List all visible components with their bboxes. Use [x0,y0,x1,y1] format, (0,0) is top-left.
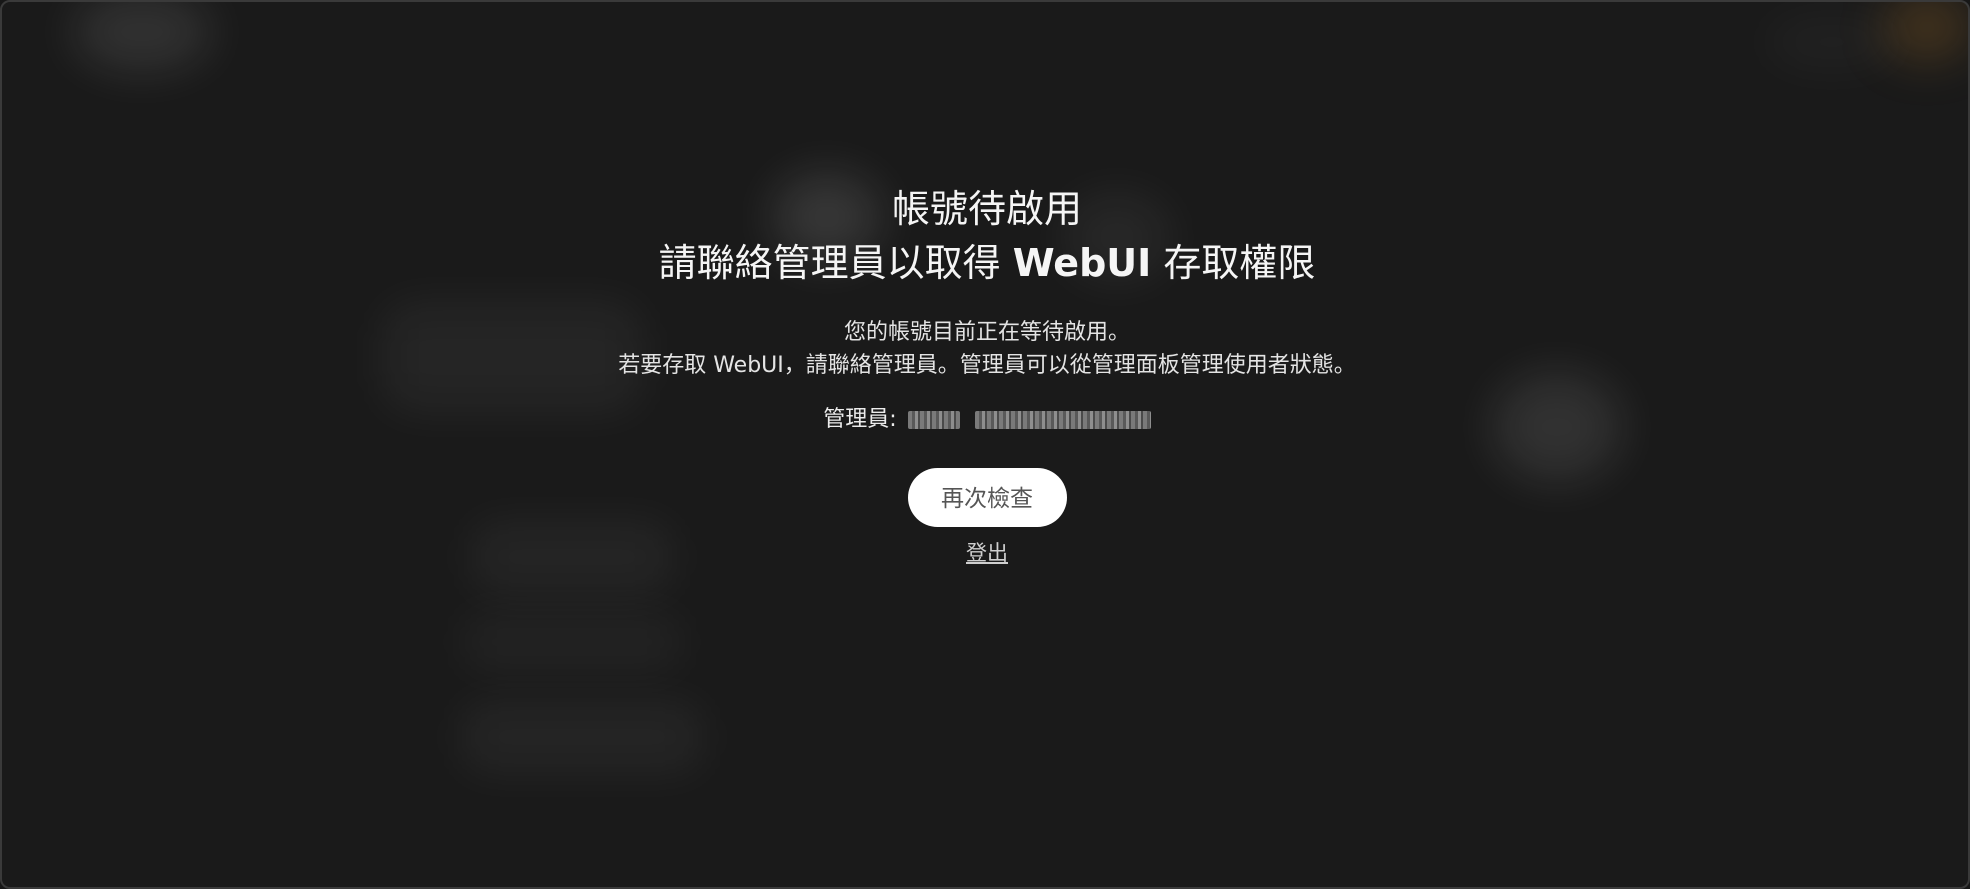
pending-title-line2-part: 存取權限 [1151,241,1316,285]
pending-title-line2: 請聯絡管理員以取得 WebUI 存取權限 [659,241,1316,285]
sign-out-link[interactable]: 登出 [966,537,1008,567]
background-blur [462,612,682,672]
pending-description-line1: 您的帳號目前正在等待啟用。 [843,320,1130,345]
background-blur [462,702,702,772]
account-pending-panel: 帳號待啟用 請聯絡管理員以取得 WebUI 存取權限 您的帳號目前正在等待啟用。… [562,182,1412,567]
pending-description-line2: 若要存取 WebUI，請聯絡管理員。管理員可以從管理面板管理使用者狀態。 [618,353,1356,378]
pending-title-line2-part: 請聯絡管理員以取得 [658,241,1013,285]
pending-title-line1: 帳號待啟用 [891,187,1082,231]
check-again-button[interactable]: 再次檢查 [907,468,1067,527]
background-blur [1762,12,1902,72]
background-blur [72,2,212,72]
background-blur [1882,2,1968,62]
admin-contact: 管理員: [562,404,1412,436]
admin-label: 管理員: [823,407,897,432]
pending-title: 帳號待啟用 請聯絡管理員以取得 WebUI 存取權限 [562,182,1412,290]
pending-title-webui: WebUI [1012,241,1152,285]
redacted-admin-email [974,411,1151,429]
app-window: 帳號待啟用 請聯絡管理員以取得 WebUI 存取權限 您的帳號目前正在等待啟用。… [0,0,1970,889]
background-blur [1492,372,1622,482]
pending-description: 您的帳號目前正在等待啟用。 若要存取 WebUI，請聯絡管理員。管理員可以從管理… [562,316,1412,382]
redacted-admin-name [907,411,960,429]
